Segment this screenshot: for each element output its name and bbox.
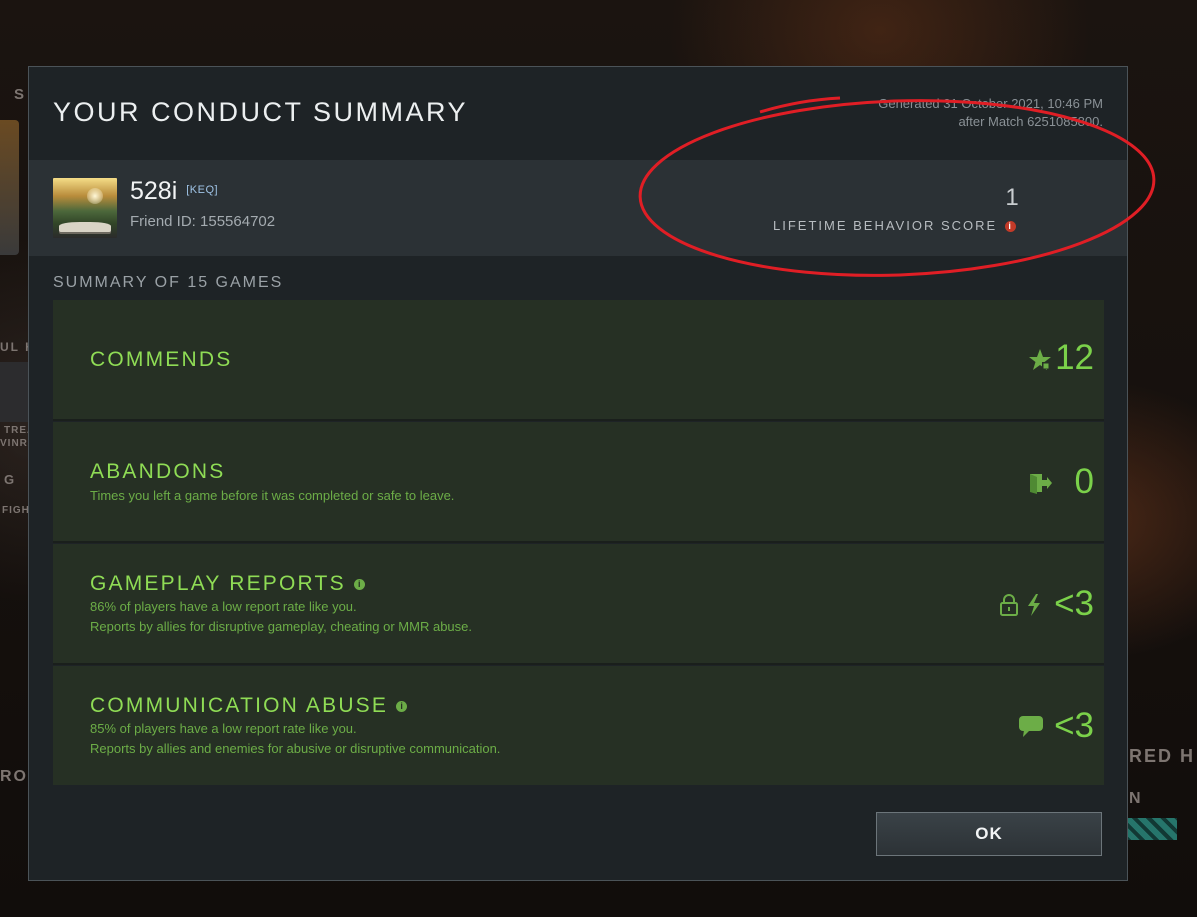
commends-row: COMMENDS 12 <box>53 300 1104 419</box>
exit-door-icon <box>1030 474 1052 494</box>
communication-abuse-description: Reports by allies and enemies for abusiv… <box>90 741 501 756</box>
communication-abuse-stat: 85% of players have a low report rate li… <box>90 721 357 736</box>
player-name-text: 528i <box>130 177 178 205</box>
communication-abuse-value: <3 <box>1054 706 1094 745</box>
lifetime-score-label-text: LIFETIME BEHAVIOR SCORE <box>773 218 998 233</box>
commends-label: COMMENDS <box>90 348 233 371</box>
friend-id-value: 155564702 <box>200 213 276 230</box>
lightning-bolt-icon <box>1028 594 1040 616</box>
lifetime-score-value: 1 <box>1005 184 1019 211</box>
row-divider <box>53 663 1104 665</box>
gameplay-reports-row: GAMEPLAY REPORTS i 86% of players have a … <box>53 544 1104 663</box>
commends-value: 12 <box>1055 338 1094 377</box>
abandons-label: ABANDONS <box>90 460 226 483</box>
conduct-summary-dialog: YOUR CONDUCT SUMMARY Generated 31 Octobe… <box>28 66 1128 881</box>
ok-button[interactable]: OK <box>876 812 1102 856</box>
avatar[interactable] <box>53 178 117 238</box>
guild-tag: [KEQ] <box>186 184 219 196</box>
info-icon[interactable]: i <box>1005 221 1017 232</box>
background-thumbnail <box>0 120 19 255</box>
abandons-value: 0 <box>1074 462 1094 501</box>
row-divider <box>53 419 1104 421</box>
star-icon <box>1029 349 1051 370</box>
player-name[interactable]: 528i [KEQ] <box>130 177 218 206</box>
gameplay-reports-stat: 86% of players have a low report rate li… <box>90 599 357 614</box>
abandons-row: ABANDONS Times you left a game before it… <box>53 422 1104 541</box>
lifetime-score-label: LIFETIME BEHAVIOR SCORE i <box>773 218 1017 233</box>
lock-icon <box>1000 594 1018 616</box>
background-text: G <box>4 472 17 487</box>
friend-id-label: Friend ID: <box>130 213 196 230</box>
gameplay-reports-value: <3 <box>1054 584 1094 623</box>
player-profile-band: 528i [KEQ] Friend ID: 155564702 1 LIFETI… <box>29 160 1127 256</box>
info-icon[interactable]: i <box>353 579 365 590</box>
background-text: RED H <box>1129 746 1196 766</box>
dialog-title: YOUR CONDUCT SUMMARY <box>53 97 469 127</box>
friend-id: Friend ID: 155564702 <box>130 213 275 230</box>
gameplay-reports-label-text: GAMEPLAY REPORTS <box>90 572 346 595</box>
abandons-description: Times you left a game before it was comp… <box>90 488 455 503</box>
generated-date: Generated 31 October 2021, 10:46 PM <box>878 96 1103 111</box>
gameplay-reports-label: GAMEPLAY REPORTS i <box>90 572 365 596</box>
row-divider <box>53 541 1104 543</box>
gameplay-reports-description: Reports by allies for disruptive gamepla… <box>90 619 472 634</box>
background-text: FIGH <box>2 505 30 516</box>
communication-abuse-label-text: COMMUNICATION ABUSE <box>90 694 389 717</box>
generated-info: Generated 31 October 2021, 10:46 PM afte… <box>878 95 1103 131</box>
background-text: S <box>14 86 27 103</box>
communication-abuse-row: COMMUNICATION ABUSE i 85% of players have… <box>53 666 1104 785</box>
chat-bubble-icon <box>1019 716 1043 737</box>
communication-abuse-label: COMMUNICATION ABUSE i <box>90 694 408 718</box>
background-text: N <box>1129 790 1143 807</box>
generated-match: after Match 6251085800. <box>958 114 1103 129</box>
background-text: RO <box>0 768 28 785</box>
info-icon[interactable]: i <box>396 701 408 712</box>
summary-heading: SUMMARY OF 15 GAMES <box>53 274 284 291</box>
background-thumbnail <box>0 362 28 422</box>
